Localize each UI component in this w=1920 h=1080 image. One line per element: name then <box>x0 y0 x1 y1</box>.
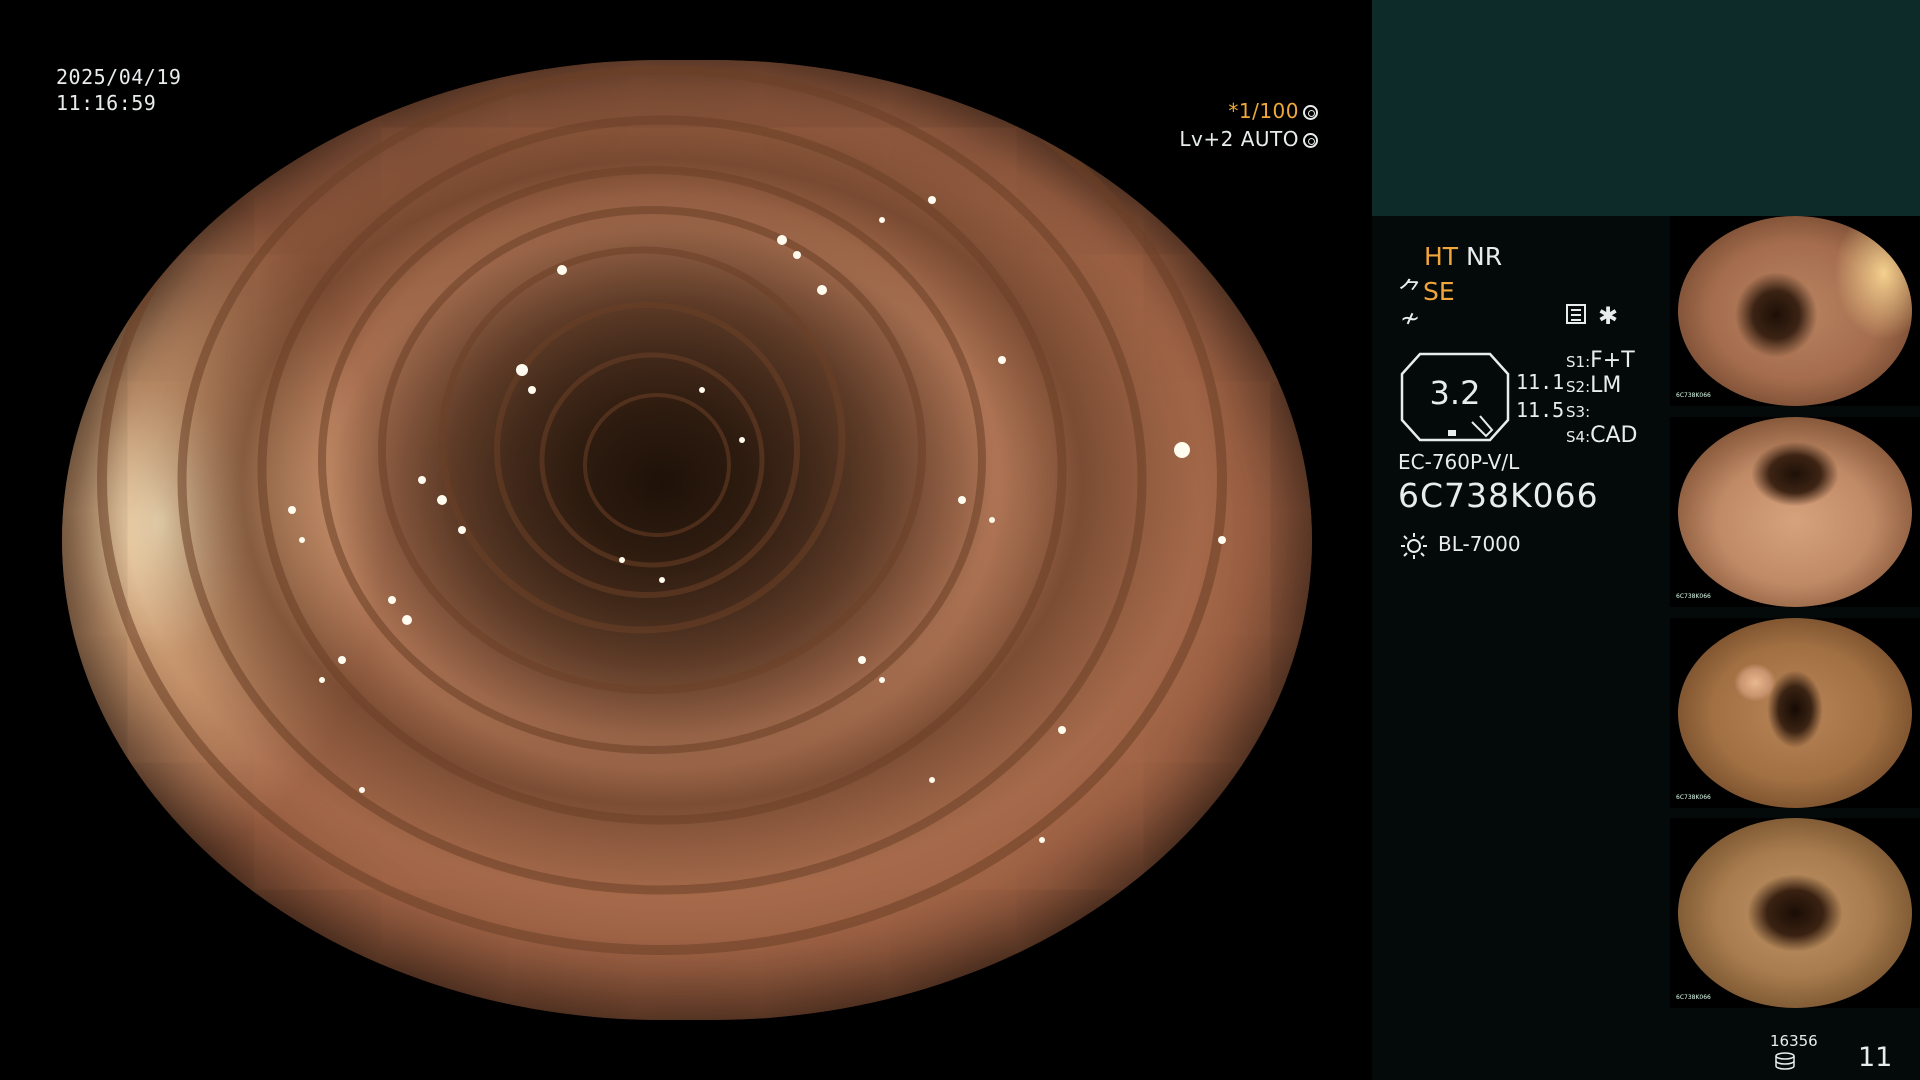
endoscope-main-view <box>62 60 1312 1020</box>
capture-thumbnail[interactable]: 6C738K066 <box>1670 818 1920 1008</box>
time-text: 11:16:59 <box>56 91 157 115</box>
switch-1-key: S1: <box>1566 353 1591 371</box>
date-text: 2025/04/19 <box>56 65 182 89</box>
exposure-ring-icon <box>1303 133 1318 148</box>
switch-3: S3: <box>1566 398 1590 423</box>
thumbnail-image <box>1678 618 1912 808</box>
se-indicator: SE <box>1423 277 1455 306</box>
scope-tip-icon: ⺈ <box>1398 277 1424 306</box>
scope-model: EC-760P-V/L <box>1398 450 1520 474</box>
asterisk-icon: ✱ <box>1598 302 1619 330</box>
switch-1-value: F+T <box>1590 348 1635 373</box>
mode-indicator-row: HT NR <box>1424 242 1502 271</box>
thumbnail-serial: 6C738K066 <box>1676 794 1711 801</box>
thumbnail-image <box>1678 818 1912 1008</box>
capture-thumbnail[interactable]: 6C738K066 <box>1670 216 1920 406</box>
value-b: 11.5 <box>1516 398 1565 422</box>
switch-2-value: LM <box>1590 373 1622 398</box>
thumbnail-image <box>1678 417 1912 607</box>
switch-3-key: S3: <box>1566 403 1591 421</box>
thumbnail-serial: 6C738K066 <box>1676 392 1711 399</box>
panel-header-area <box>1372 0 1920 216</box>
ht-indicator: HT <box>1424 242 1459 271</box>
nr-indicator: NR <box>1466 242 1503 271</box>
value-a: 11.1 <box>1516 370 1565 394</box>
se-indicator-row: ⺈SE <box>1398 272 1455 308</box>
thumbnail-serial: 6C738K066 <box>1676 593 1711 600</box>
datetime-readout: 2025/04/19 11:16:59 <box>56 64 181 116</box>
exposure-text: Lv+2 AUTO <box>1179 127 1299 151</box>
light-source-sun-icon <box>1401 533 1427 559</box>
switch-2-key: S2: <box>1566 378 1591 396</box>
shutter-ring-icon <box>1303 105 1318 120</box>
switch-4-value: CAD <box>1590 423 1638 448</box>
switch-1: S1:F+T <box>1566 348 1635 373</box>
octagon-value: 3.2 <box>1429 374 1481 412</box>
exposure-readout: Lv+2 AUTO <box>1179 126 1318 152</box>
letterbox-bottom <box>0 1020 1372 1080</box>
switch-4-key: S4: <box>1566 428 1591 446</box>
switch-4: S4:CAD <box>1566 423 1637 448</box>
menu-icon <box>1566 304 1586 324</box>
light-source-model: BL-7000 <box>1438 532 1521 556</box>
shutter-readout: *1/100 <box>1228 98 1318 124</box>
scope-serial: 6C738K066 <box>1398 476 1599 515</box>
frame-number: 11 <box>1858 1042 1893 1073</box>
database-icon <box>1775 1052 1795 1070</box>
switch-2: S2:LM <box>1566 373 1621 398</box>
thumbnail-image <box>1678 216 1912 406</box>
frame-freeze-icon: ≁ <box>1400 304 1421 332</box>
letterbox-top <box>0 0 1372 60</box>
capture-thumbnail[interactable]: 6C738K066 <box>1670 417 1920 607</box>
capture-thumbnail[interactable]: 6C738K066 <box>1670 618 1920 808</box>
thumbnail-serial: 6C738K066 <box>1676 994 1711 1001</box>
mucosal-folds <box>97 60 1227 955</box>
shutter-text: *1/100 <box>1228 99 1299 123</box>
image-count: 16356 <box>1770 1032 1818 1050</box>
